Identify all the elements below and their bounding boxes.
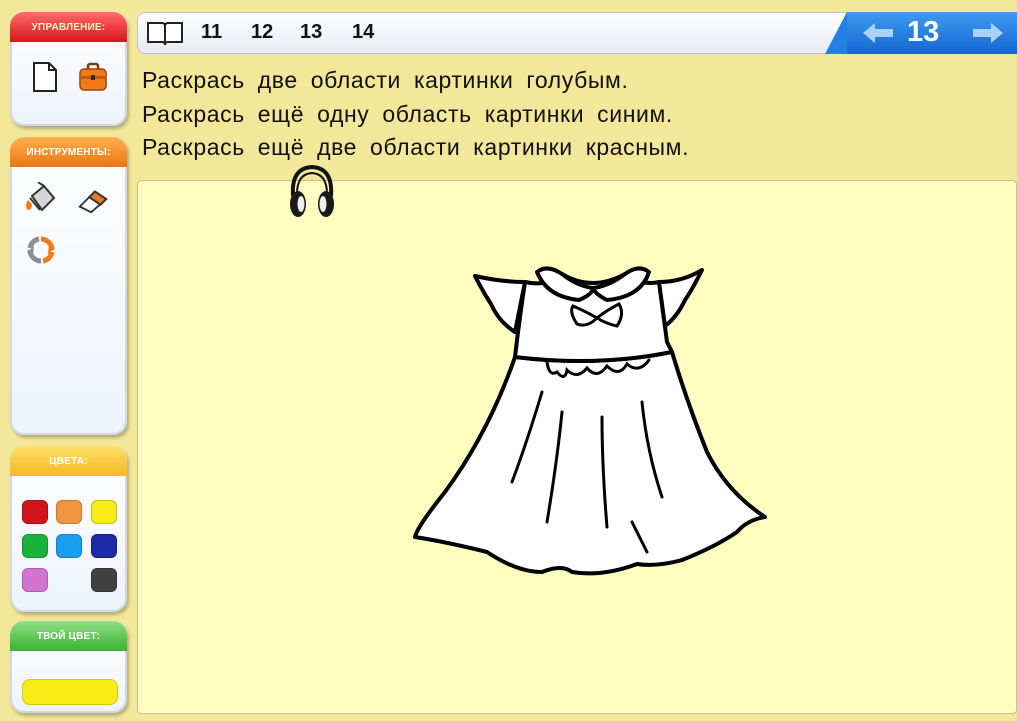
- instruction-line-1: Раскрась две области картинки голубым.: [142, 67, 629, 93]
- coloring-canvas[interactable]: [137, 164, 1017, 714]
- color-swatch-orange[interactable]: [56, 500, 82, 524]
- dress-skirt: [413, 350, 767, 576]
- color-swatch-light-blue[interactable]: [56, 534, 82, 558]
- book-icon[interactable]: [146, 19, 184, 52]
- headphones-icon[interactable]: [285, 162, 339, 227]
- page-link-13[interactable]: 13: [300, 21, 322, 44]
- color-swatch-red[interactable]: [22, 500, 48, 524]
- instruction-line-3: Раскрась ещё две области картинки красны…: [142, 134, 690, 160]
- dress-right-sleeve: [657, 268, 704, 328]
- nav-decoration: [825, 12, 847, 54]
- page-stepper: 13: [847, 12, 1017, 54]
- arrow-right-icon[interactable]: [971, 21, 1005, 50]
- color-swatch-dark-blue[interactable]: [91, 534, 117, 558]
- current-color-swatch: [22, 679, 118, 705]
- page-navigation-bar: 11 12 13 14 13: [137, 12, 1017, 54]
- control-panel-title: УПРАВЛЕНИЕ:: [10, 12, 127, 42]
- tools-panel: ИНСТРУМЕНТЫ:: [10, 137, 127, 435]
- instruction-line-2: Раскрась ещё одну область картинки синим…: [142, 101, 673, 127]
- color-swatch-green[interactable]: [22, 534, 48, 558]
- eraser-icon[interactable]: [76, 183, 110, 217]
- refresh-icon[interactable]: [24, 233, 58, 267]
- dress-left-sleeve: [473, 274, 527, 334]
- current-page-number: 13: [907, 16, 940, 48]
- new-document-icon[interactable]: [28, 60, 62, 94]
- page-link-11[interactable]: 11: [201, 21, 222, 44]
- tools-panel-title: ИНСТРУМЕНТЫ:: [10, 137, 127, 167]
- color-swatch-yellow[interactable]: [91, 500, 117, 524]
- dress-picture[interactable]: [397, 242, 817, 592]
- colors-panel-title: ЦВЕТА:: [10, 446, 127, 476]
- colors-panel: ЦВЕТА:: [10, 446, 127, 612]
- control-panel: УПРАВЛЕНИЕ:: [10, 12, 127, 126]
- color-swatch-pink[interactable]: [22, 568, 48, 592]
- my-color-panel-title: ТВОЙ ЦВЕТ:: [10, 621, 127, 651]
- my-color-panel: ТВОЙ ЦВЕТ:: [10, 621, 127, 713]
- color-swatch-black[interactable]: [91, 568, 117, 592]
- arrow-left-icon[interactable]: [861, 21, 895, 50]
- briefcase-icon[interactable]: [76, 60, 110, 94]
- page-link-14[interactable]: 14: [352, 21, 374, 44]
- paint-bucket-icon[interactable]: [24, 182, 58, 217]
- page-link-12[interactable]: 12: [251, 21, 273, 44]
